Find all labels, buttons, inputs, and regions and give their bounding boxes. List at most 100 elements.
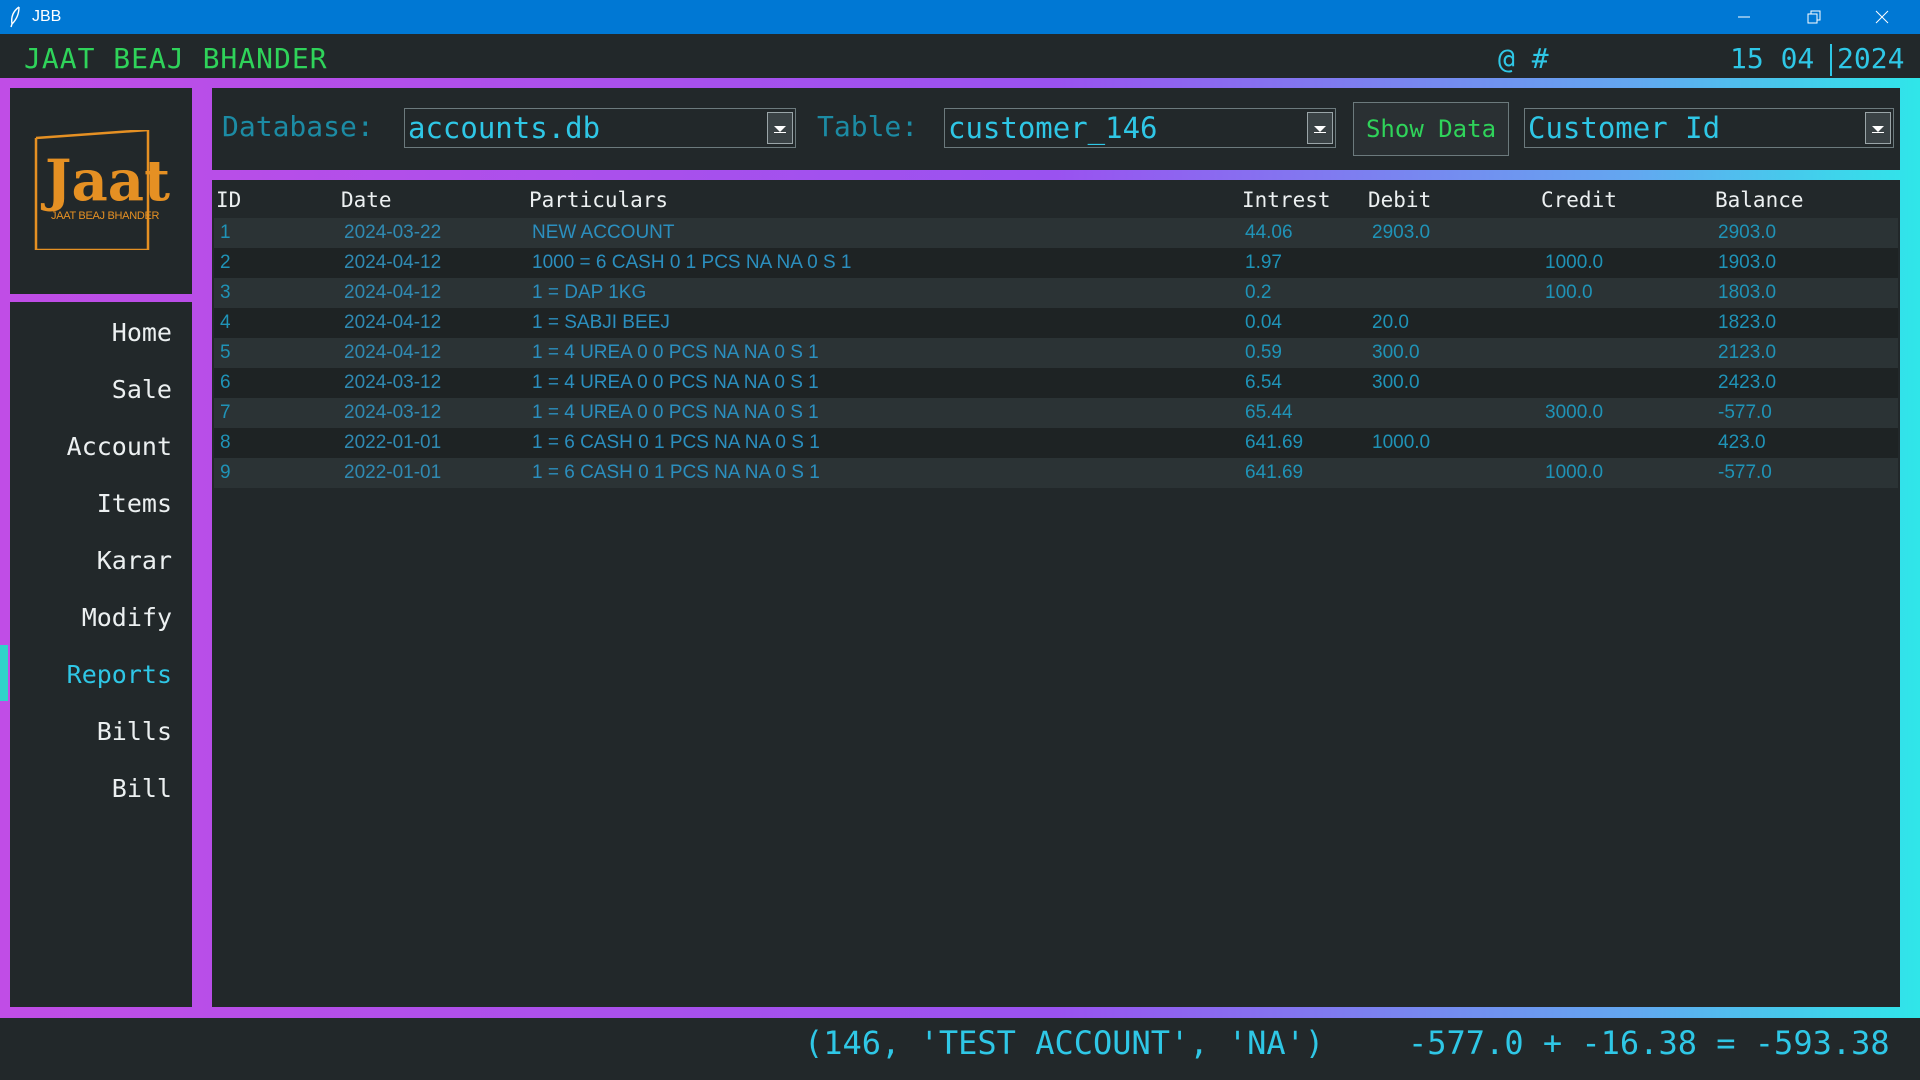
- cell-balance: 2903.0: [1718, 222, 1777, 243]
- minimize-button[interactable]: [1714, 0, 1774, 34]
- cell-balance: -577.0: [1718, 462, 1772, 483]
- cell-balance: 1803.0: [1718, 282, 1777, 303]
- chevron-down-icon[interactable]: [1307, 112, 1333, 144]
- cell-date: 2024-04-12: [344, 282, 442, 303]
- cell-id: 5: [220, 342, 231, 363]
- database-label: Database:: [222, 110, 374, 143]
- cell-debit: 2903.0: [1372, 222, 1431, 243]
- sidebar-item-bills[interactable]: Bills: [10, 707, 192, 757]
- chevron-down-icon[interactable]: [1865, 112, 1891, 144]
- close-icon: [1875, 10, 1889, 24]
- cell-credit: 1000.0: [1545, 252, 1604, 273]
- cell-intrest: 44.06: [1245, 222, 1293, 243]
- date-day-month: 15 04: [1730, 42, 1815, 75]
- app-header: JAAT BEAJ BHANDER @ # 15 04 2024: [0, 34, 1920, 78]
- table-row[interactable]: 7 2024-03-12 1 = 4 UREA 0 0 PCS NA NA 0 …: [214, 398, 1898, 428]
- table-row[interactable]: 8 2022-01-01 1 = 6 CASH 0 1 PCS NA NA 0 …: [214, 428, 1898, 458]
- sidebar-item-sale[interactable]: Sale: [10, 365, 192, 415]
- date-separator: [1830, 44, 1832, 76]
- column-header-debit[interactable]: Debit: [1368, 188, 1431, 212]
- sidebar-item-account[interactable]: Account: [10, 422, 192, 472]
- cell-intrest: 6.54: [1245, 372, 1282, 393]
- show-data-button[interactable]: Show Data: [1353, 102, 1509, 156]
- table-row[interactable]: 9 2022-01-01 1 = 6 CASH 0 1 PCS NA NA 0 …: [214, 458, 1898, 488]
- date-year: 2024: [1837, 42, 1905, 75]
- cell-balance: 1903.0: [1718, 252, 1777, 273]
- cell-id: 2: [220, 252, 231, 273]
- table-row[interactable]: 1 2024-03-22 NEW ACCOUNT 44.06 2903.0 29…: [214, 218, 1898, 248]
- sidebar-item-items[interactable]: Items: [10, 479, 192, 529]
- cell-intrest: 0.2: [1245, 282, 1272, 303]
- cell-debit: 20.0: [1372, 312, 1409, 333]
- cell-particulars: 1 = 4 UREA 0 0 PCS NA NA 0 S 1: [532, 402, 819, 423]
- cell-date: 2024-03-12: [344, 372, 442, 393]
- cell-balance: -577.0: [1718, 402, 1772, 423]
- cell-date: 2024-04-12: [344, 252, 442, 273]
- sidebar-item-modify[interactable]: Modify: [10, 593, 192, 643]
- table-header: ID Date Particulars Intrest Debit Credit…: [214, 186, 1898, 216]
- table-row[interactable]: 6 2024-03-12 1 = 4 UREA 0 0 PCS NA NA 0 …: [214, 368, 1898, 398]
- cell-date: 2024-04-12: [344, 312, 442, 333]
- cell-intrest: 0.59: [1245, 342, 1282, 363]
- restore-button[interactable]: [1784, 0, 1844, 34]
- feather-icon: [10, 6, 20, 28]
- cell-date: 2022-01-01: [344, 432, 442, 453]
- window-titlebar: JBB: [0, 0, 1920, 34]
- cell-id: 3: [220, 282, 231, 303]
- sort-select[interactable]: Customer Id: [1524, 108, 1894, 148]
- active-nav-indicator: [0, 645, 8, 701]
- cell-credit: 100.0: [1545, 282, 1593, 303]
- cell-debit: 300.0: [1372, 372, 1420, 393]
- cell-particulars: 1 = SABJI BEEJ: [532, 312, 670, 333]
- cell-intrest: 65.44: [1245, 402, 1293, 423]
- column-header-credit[interactable]: Credit: [1541, 188, 1617, 212]
- cell-credit: 3000.0: [1545, 402, 1604, 423]
- table-row[interactable]: 4 2024-04-12 1 = SABJI BEEJ 0.04 20.0 18…: [214, 308, 1898, 338]
- table-row[interactable]: 2 2024-04-12 1000 = 6 CASH 0 1 PCS NA NA…: [214, 248, 1898, 278]
- column-header-id[interactable]: ID: [216, 188, 241, 212]
- status-summary: -577.0 + -16.38 = -593.38: [1408, 1024, 1890, 1062]
- table-value: customer_146: [948, 111, 1158, 145]
- column-header-intrest[interactable]: Intrest: [1242, 188, 1331, 212]
- sidebar-item-karar[interactable]: Karar: [10, 536, 192, 586]
- column-header-date[interactable]: Date: [341, 188, 392, 212]
- cell-date: 2024-04-12: [344, 342, 442, 363]
- cell-date: 2024-03-12: [344, 402, 442, 423]
- close-button[interactable]: [1852, 0, 1912, 34]
- cell-id: 7: [220, 402, 231, 423]
- cell-intrest: 0.04: [1245, 312, 1282, 333]
- cell-particulars: 1 = 4 UREA 0 0 PCS NA NA 0 S 1: [532, 372, 819, 393]
- cell-balance: 2123.0: [1718, 342, 1777, 363]
- cell-id: 4: [220, 312, 231, 333]
- table-row[interactable]: 3 2024-04-12 1 = DAP 1KG 0.2 100.0 1803.…: [214, 278, 1898, 308]
- table-select[interactable]: customer_146: [944, 108, 1336, 148]
- sidebar-nav: Home Sale Account Items Karar Modify Rep…: [10, 302, 192, 1007]
- restore-icon: [1807, 10, 1821, 24]
- sidebar-item-bill[interactable]: Bill: [10, 764, 192, 814]
- database-select[interactable]: accounts.db: [404, 108, 796, 148]
- cell-intrest: 641.69: [1245, 432, 1304, 453]
- table-row[interactable]: 5 2024-04-12 1 = 4 UREA 0 0 PCS NA NA 0 …: [214, 338, 1898, 368]
- cell-id: 1: [220, 222, 231, 243]
- chevron-down-icon[interactable]: [767, 112, 793, 144]
- column-header-balance[interactable]: Balance: [1715, 188, 1804, 212]
- cell-balance: 2423.0: [1718, 372, 1777, 393]
- cell-intrest: 641.69: [1245, 462, 1304, 483]
- cell-particulars: 1 = DAP 1KG: [532, 282, 647, 303]
- cell-particulars: 1 = 4 UREA 0 0 PCS NA NA 0 S 1: [532, 342, 819, 363]
- cell-debit: 1000.0: [1372, 432, 1431, 453]
- cell-balance: 1823.0: [1718, 312, 1777, 333]
- logo-subtitle: JAAT BEAJ BHANDER: [51, 210, 160, 222]
- cell-id: 8: [220, 432, 231, 453]
- brand-title: JAAT BEAJ BHANDER: [24, 42, 328, 75]
- window-title: JBB: [32, 8, 62, 25]
- database-value: accounts.db: [408, 111, 601, 145]
- cell-particulars: 1000 = 6 CASH 0 1 PCS NA NA 0 S 1: [532, 252, 852, 273]
- column-header-particulars[interactable]: Particulars: [529, 188, 668, 212]
- cell-particulars: 1 = 6 CASH 0 1 PCS NA NA 0 S 1: [532, 432, 820, 453]
- cell-balance: 423.0: [1718, 432, 1766, 453]
- sidebar-item-reports[interactable]: Reports: [10, 650, 192, 700]
- cell-credit: 1000.0: [1545, 462, 1604, 483]
- sidebar-item-home[interactable]: Home: [10, 308, 192, 358]
- cell-date: 2024-03-22: [344, 222, 442, 243]
